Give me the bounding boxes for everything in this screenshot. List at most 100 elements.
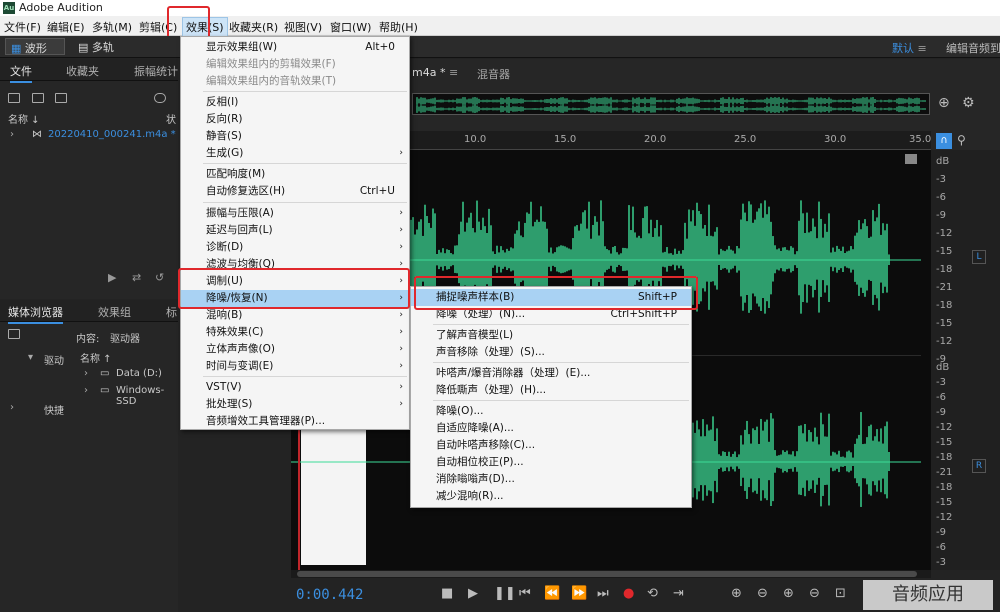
- effects-menu-item[interactable]: 时间与变调(E) ›: [181, 358, 409, 375]
- menu-edit[interactable]: 编辑(E): [47, 19, 85, 35]
- expand-data-icon[interactable]: ›: [84, 368, 88, 379]
- noise-menu-item[interactable]: 消除嗡嗡声(D)...: [411, 471, 691, 488]
- tab-effects-rack[interactable]: 效果组: [98, 304, 131, 320]
- effects-menu-item[interactable]: 生成(G) ›: [181, 145, 409, 162]
- db-tick-label: -18: [936, 264, 953, 275]
- db-tick-label: -21: [936, 282, 953, 293]
- menu-favorites[interactable]: 收藏夹(R): [229, 19, 278, 35]
- effects-menu-item[interactable]: 自动修复选区(H) Ctrl+U: [181, 183, 409, 200]
- noise-menu-item[interactable]: 自动相位校正(P)...: [411, 454, 691, 471]
- effects-menu-item[interactable]: 匹配响度(M): [181, 166, 409, 183]
- drives-label[interactable]: 驱动: [44, 352, 64, 367]
- title-bar: Au Adobe Audition: [0, 0, 1000, 16]
- effects-menu-item[interactable]: VST(V) ›: [181, 379, 409, 396]
- noise-menu-item[interactable]: 自适应降噪(A)...: [411, 420, 691, 437]
- effects-menu-item[interactable]: 批处理(S) ›: [181, 396, 409, 413]
- pause-icon[interactable]: ❚❚: [494, 586, 516, 601]
- effects-menu-item[interactable]: 诊断(D) ›: [181, 239, 409, 256]
- file-item[interactable]: 20220410_000241.m4a *: [48, 129, 176, 140]
- hud-toggle-icon[interactable]: [905, 154, 917, 164]
- shortcuts-expand-icon[interactable]: ›: [10, 402, 14, 413]
- menu-multitrack[interactable]: 多轨(M): [92, 19, 132, 35]
- play-icon[interactable]: ▶: [468, 586, 478, 601]
- download-icon[interactable]: [8, 329, 20, 339]
- menu-window[interactable]: 窗口(W): [330, 19, 371, 35]
- waveform-view-button[interactable]: ▦ 波形: [5, 38, 65, 55]
- tab-favorites[interactable]: 收藏夹: [66, 63, 99, 79]
- noise-menu-item[interactable]: 咔嗒声/爆音消除器（处理）(E)...: [411, 365, 691, 382]
- menu-help[interactable]: 帮助(H): [379, 19, 418, 35]
- drive-expand-icon[interactable]: ▾: [28, 352, 33, 363]
- expand-windows-icon[interactable]: ›: [84, 385, 88, 396]
- effects-menu-item[interactable]: 混响(B) ›: [181, 307, 409, 324]
- editor-tab-mixer[interactable]: 混音器: [477, 66, 510, 82]
- to-end-icon[interactable]: ⏭: [597, 586, 609, 601]
- zoom-in-amplitude-icon[interactable]: ⊕: [731, 586, 742, 601]
- channel-left-toggle[interactable]: L: [972, 250, 986, 264]
- workspace-edit-audio[interactable]: 编辑音频到: [946, 40, 1000, 56]
- effects-menu-item[interactable]: 立体声声像(O) ›: [181, 341, 409, 358]
- tab-media-browser[interactable]: 媒体浏览器: [8, 304, 63, 324]
- editor-tab-file[interactable]: m4a * ≡: [412, 66, 458, 79]
- menu-separator: [203, 202, 407, 203]
- db-tick-label: -3: [936, 557, 946, 568]
- multitrack-view-button[interactable]: ▤ 多轨: [73, 38, 133, 55]
- pin-icon[interactable]: ⚲: [957, 133, 966, 147]
- ruler-tick: 20.0: [644, 134, 667, 145]
- snap-icon[interactable]: ∩: [936, 133, 952, 149]
- overview-navigator[interactable]: [412, 93, 930, 115]
- new-file-icon[interactable]: [55, 93, 67, 103]
- tab-markers[interactable]: 标: [166, 304, 177, 320]
- loop-icon[interactable]: ⟲: [647, 586, 658, 601]
- noise-reduction-submenu: 捕捉噪声样本(B) Shift+P 降噪（处理）(N)... Ctrl+Shift+P…: [410, 286, 692, 508]
- column-status[interactable]: 状: [166, 111, 176, 126]
- effects-menu-item[interactable]: 显示效果组(W) Alt+0: [181, 39, 409, 56]
- autoplay-icon[interactable]: ↺: [155, 271, 164, 284]
- expand-icon[interactable]: ›: [10, 129, 14, 140]
- effects-menu-item[interactable]: 特殊效果(C) ›: [181, 324, 409, 341]
- effects-menu-item[interactable]: 延迟与回声(L) ›: [181, 222, 409, 239]
- effects-menu-item[interactable]: 反向(R): [181, 111, 409, 128]
- drive-data[interactable]: Data (D:): [116, 368, 162, 379]
- stop-icon[interactable]: ■: [441, 586, 453, 601]
- scrollbar-thumb[interactable]: [297, 571, 917, 577]
- effects-menu-item[interactable]: 音频增效工具管理器(P)...: [181, 413, 409, 430]
- effects-menu-item[interactable]: 振幅与压限(A) ›: [181, 205, 409, 222]
- to-start-icon[interactable]: ⏮: [519, 586, 531, 601]
- channel-right-toggle[interactable]: R: [972, 459, 986, 473]
- menu-file[interactable]: 文件(F): [4, 19, 41, 35]
- import-icon[interactable]: [32, 93, 44, 103]
- column-name[interactable]: 名称 ↓: [8, 111, 40, 126]
- shortcuts-label[interactable]: 快捷: [44, 402, 64, 417]
- zoom-navigator-icon[interactable]: ⊕: [938, 95, 950, 111]
- content-select[interactable]: 驱动器: [110, 330, 140, 345]
- noise-menu-item[interactable]: 降噪(O)...: [411, 403, 691, 420]
- drive-windows[interactable]: Windows-SSD: [116, 385, 178, 407]
- noise-menu-item[interactable]: 降低嘶声（处理）(H)...: [411, 382, 691, 399]
- settings-icon[interactable]: ⚙: [962, 95, 975, 111]
- noise-menu-item[interactable]: 减少混响(R)...: [411, 488, 691, 505]
- media-column-name[interactable]: 名称 ↑: [80, 350, 112, 365]
- rewind-icon[interactable]: ⏪: [544, 586, 560, 601]
- effects-menu-item[interactable]: 反相(I): [181, 94, 409, 111]
- loop-preview-icon[interactable]: ⇄: [132, 271, 141, 284]
- fast-forward-icon[interactable]: ⏩: [571, 586, 587, 601]
- zoom-out-amplitude-icon[interactable]: ⊖: [757, 586, 768, 601]
- tab-files[interactable]: 文件: [10, 63, 32, 83]
- noise-menu-item[interactable]: 自动咔嗒声移除(C)...: [411, 437, 691, 454]
- zoom-out-time-icon[interactable]: ⊖: [809, 586, 820, 601]
- effects-menu-item[interactable]: 静音(S): [181, 128, 409, 145]
- workspace-default[interactable]: 默认 ≡: [892, 40, 927, 56]
- tab-amplitude-stats[interactable]: 振幅统计: [134, 63, 178, 79]
- play-preview-icon[interactable]: ▶: [108, 271, 116, 284]
- noise-menu-item[interactable]: 了解声音模型(L): [411, 327, 691, 344]
- menu-view[interactable]: 视图(V): [284, 19, 322, 35]
- open-folder-icon[interactable]: [8, 93, 20, 103]
- zoom-in-time-icon[interactable]: ⊕: [783, 586, 794, 601]
- noise-menu-item[interactable]: 声音移除（处理）(S)...: [411, 344, 691, 361]
- zoom-full-icon[interactable]: ⊡: [835, 586, 846, 601]
- record-icon[interactable]: ●: [623, 586, 634, 601]
- search-icon[interactable]: [154, 93, 166, 103]
- skip-icon[interactable]: ⇥: [673, 586, 684, 601]
- horizontal-scrollbar[interactable]: [291, 570, 931, 578]
